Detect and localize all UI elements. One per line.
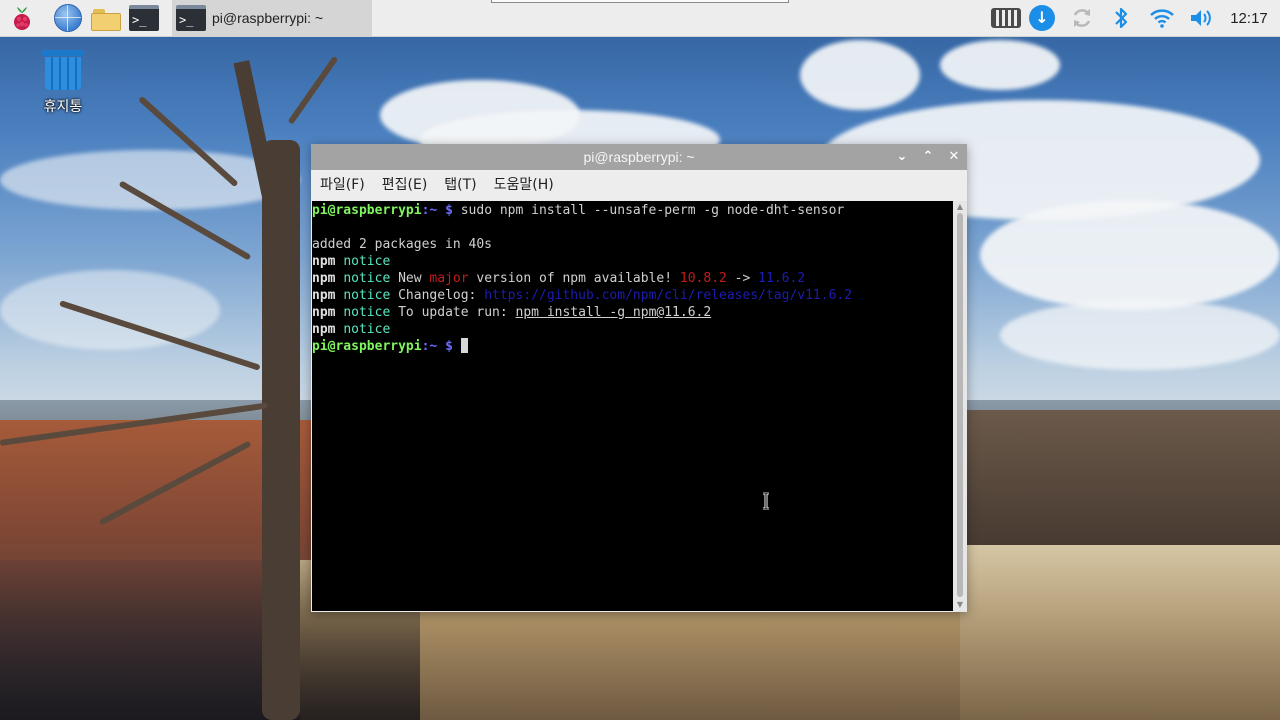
prompt-userhost: pi@raspberrypi <box>312 203 422 218</box>
npm-label: npm <box>312 305 336 320</box>
taskbar-window-label: pi@raspberrypi: ~ <box>212 10 324 26</box>
prompt-symbol: $ <box>445 203 453 218</box>
terminal-icon: >_ <box>129 5 159 31</box>
output-text: New <box>398 271 430 286</box>
output-text: To update run: <box>398 305 516 320</box>
virtual-keyboard-icon <box>991 8 1021 28</box>
close-icon: ✕ <box>948 149 960 164</box>
file-manager-icon <box>91 9 121 31</box>
bluetooth-button[interactable] <box>1110 4 1132 32</box>
changelog-link[interactable]: https://github.com/npm/cli/releases/tag/… <box>484 288 852 303</box>
output-text: version of npm available! <box>468 271 680 286</box>
terminal-line: npm notice Changelog: https://github.com… <box>312 287 953 304</box>
panel-separator <box>491 0 789 3</box>
desktop-icon-label: 휴지통 <box>43 99 83 115</box>
terminal-output[interactable]: pi@raspberrypi:~ $ sudo npm install --un… <box>312 201 953 611</box>
update-command: npm install -g npm@11.6.2 <box>515 305 712 320</box>
npm-label: npm <box>312 271 336 286</box>
vertical-scrollbar[interactable]: ▲ ▼ <box>953 201 967 612</box>
chevron-down-icon: ⌄ <box>896 149 908 164</box>
prompt-path: :~ <box>421 203 438 218</box>
new-version: 11.6.2 <box>758 271 806 286</box>
wifi-icon <box>1150 9 1174 28</box>
text-cursor <box>460 338 468 353</box>
network-sync-icon <box>1073 9 1091 27</box>
minimize-button[interactable]: ⌄ <box>893 148 911 166</box>
volume-button[interactable] <box>1186 4 1216 32</box>
npm-label: npm <box>312 254 336 269</box>
web-browser-launcher[interactable] <box>53 3 83 33</box>
trash-icon <box>42 48 84 90</box>
window-title: pi@raspberrypi: ~ <box>583 149 695 165</box>
terminal-line: npm notice <box>312 321 953 338</box>
menu-help[interactable]: 도움말(H) <box>486 170 562 200</box>
menu-file[interactable]: 파일(F) <box>312 170 373 200</box>
close-button[interactable]: ✕ <box>945 148 963 166</box>
taskbar-window-button[interactable]: >_ pi@raspberrypi: ~ <box>172 0 372 36</box>
output-text: Changelog: <box>398 288 485 303</box>
command-text: sudo npm install --unsafe-perm -g node-d… <box>460 203 845 218</box>
chevron-up-icon: ⌃ <box>922 149 934 164</box>
terminal-line: npm notice <box>312 253 953 270</box>
web-browser-icon <box>54 4 82 32</box>
notice-label: notice <box>343 288 391 303</box>
terminal-line: pi@raspberrypi:~ $ sudo npm install --un… <box>312 202 953 219</box>
terminal-window: pi@raspberrypi: ~ ⌄ ⌃ ✕ 파일(F) 편집(E) 탭(T)… <box>311 144 967 612</box>
scroll-down-icon[interactable]: ▼ <box>955 601 965 609</box>
clock-label: 12:17 <box>1230 9 1268 27</box>
virtual-keyboard-button[interactable] <box>990 4 1022 32</box>
output-text: added 2 packages in 40s <box>312 237 493 252</box>
mouse-ibeam-cursor-icon <box>763 492 769 510</box>
npm-label: npm <box>312 288 336 303</box>
notice-label: notice <box>343 254 391 269</box>
network-sync-button[interactable] <box>1068 4 1096 32</box>
notice-label: notice <box>343 271 391 286</box>
raspberry-pi-menu-icon <box>14 7 30 30</box>
scrollbar-thumb[interactable] <box>957 213 963 597</box>
menu-bar: 파일(F) 편집(E) 탭(T) 도움말(H) <box>311 170 967 200</box>
terminal-launcher[interactable]: >_ <box>129 3 159 33</box>
maximize-button[interactable]: ⌃ <box>919 148 937 166</box>
terminal-line: npm notice To update run: npm install -g… <box>312 304 953 321</box>
desktop-icon-trash[interactable]: 휴지통 <box>34 48 92 116</box>
terminal-line: npm notice New major version of npm avai… <box>312 270 953 287</box>
raspberry-pi-menu-button[interactable] <box>7 3 37 33</box>
prompt-userhost: pi@raspberrypi <box>312 339 422 354</box>
volume-icon <box>1191 10 1211 26</box>
file-manager-launcher[interactable] <box>91 3 121 33</box>
old-version: 10.8.2 <box>679 271 727 286</box>
menu-tabs[interactable]: 탭(T) <box>436 170 484 200</box>
bluetooth-icon <box>1115 7 1128 29</box>
terminal-icon: >_ <box>176 5 206 31</box>
output-text: -> <box>726 271 759 286</box>
updates-button[interactable]: ↓ <box>1028 4 1056 32</box>
window-titlebar[interactable]: pi@raspberrypi: ~ ⌄ ⌃ ✕ <box>311 144 967 170</box>
clock[interactable]: 12:17 <box>1226 4 1272 32</box>
npm-label: npm <box>312 322 336 337</box>
terminal-line: added 2 packages in 40s <box>312 236 953 253</box>
updates-icon: ↓ <box>1029 5 1055 31</box>
scroll-up-icon[interactable]: ▲ <box>955 203 965 211</box>
prompt-symbol: $ <box>445 339 453 354</box>
notice-label: notice <box>343 322 391 337</box>
terminal-line: pi@raspberrypi:~ $ <box>312 338 953 355</box>
major-label: major <box>429 271 469 286</box>
notice-label: notice <box>343 305 391 320</box>
menu-edit[interactable]: 편집(E) <box>374 170 436 200</box>
taskbar: >_ >_ pi@raspberrypi: ~ ↓ 12:17 <box>0 0 1280 37</box>
wifi-button[interactable] <box>1147 4 1177 32</box>
prompt-path: :~ <box>421 339 438 354</box>
